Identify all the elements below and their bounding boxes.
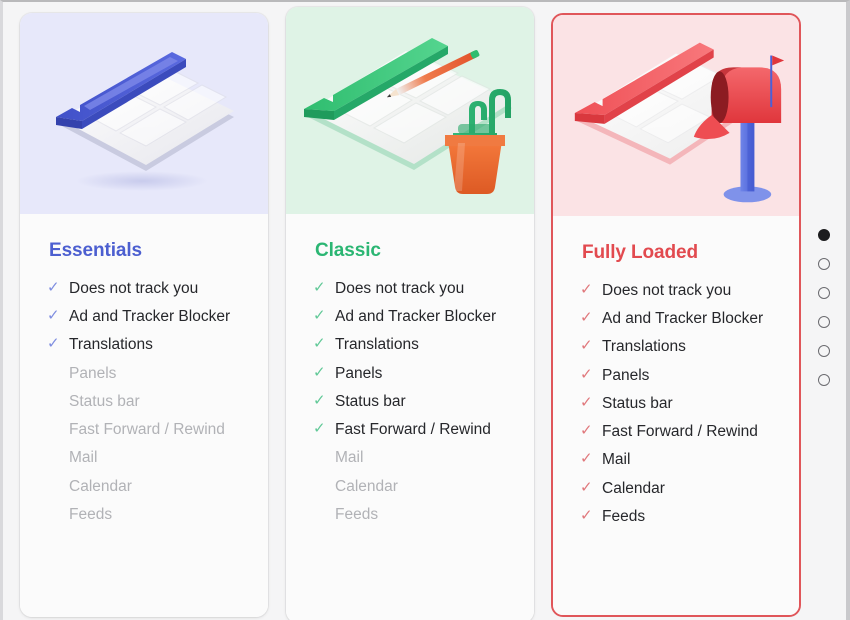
plan-body-essentials: Essentials ✓ Does not track you ✓ Ad and Tr… bbox=[20, 214, 268, 617]
feature-label: Feeds bbox=[69, 505, 113, 523]
check-icon: ✓ bbox=[580, 365, 593, 383]
plan-card-essentials[interactable]: Essentials ✓ Does not track you ✓ Ad and Tr… bbox=[20, 13, 268, 617]
feature-item: ✓ Translations bbox=[286, 335, 534, 354]
feature-label: Ad and Tracker Blocker bbox=[602, 310, 764, 328]
feature-label: Status bar bbox=[335, 392, 406, 410]
feature-label: Ad and Tracker Blocker bbox=[335, 308, 497, 326]
feature-item: ✓ Does not track you bbox=[286, 279, 534, 298]
feature-label: Mail bbox=[335, 449, 364, 467]
feature-list-classic: ✓ Does not track you ✓ Ad and Tracker Block… bbox=[286, 279, 534, 524]
feature-label: Calendar bbox=[335, 477, 398, 495]
feature-label: Status bar bbox=[69, 392, 140, 410]
plan-illustration-fully-loaded bbox=[553, 15, 799, 216]
feature-label: Ad and Tracker Blocker bbox=[69, 308, 231, 326]
plan-body-classic: Classic ✓ Does not track you ✓ Ad and Track… bbox=[286, 214, 534, 620]
plan-card-classic[interactable]: Classic ✓ Does not track you ✓ Ad and Track… bbox=[286, 7, 534, 620]
feature-item: Status bar bbox=[20, 392, 268, 411]
check-icon: ✓ bbox=[580, 422, 593, 440]
plan-title: Essentials bbox=[49, 240, 142, 261]
feature-label: Translations bbox=[69, 336, 153, 354]
feature-item: ✓ Panels bbox=[286, 364, 534, 383]
check-icon: ✓ bbox=[580, 309, 593, 327]
feature-label: Panels bbox=[69, 364, 117, 382]
check-icon: ✓ bbox=[313, 420, 326, 438]
feature-label: Does not track you bbox=[69, 280, 199, 297]
feature-item: Panels bbox=[20, 364, 268, 383]
feature-item: ✓ Panels bbox=[553, 366, 799, 385]
feature-item: ✓ Ad and Tracker Blocker bbox=[20, 307, 268, 326]
feature-item: ✓ Status bar bbox=[553, 394, 799, 413]
feature-item: ✓ Does not track you bbox=[20, 279, 268, 298]
feature-item: Mail bbox=[286, 448, 534, 467]
pagination-dot[interactable] bbox=[817, 258, 830, 270]
feature-label: Mail bbox=[69, 449, 98, 467]
check-icon: ✓ bbox=[580, 281, 593, 298]
pagination-dot[interactable] bbox=[817, 287, 830, 299]
feature-label: Translations bbox=[335, 336, 419, 354]
feature-label: Panels bbox=[602, 366, 650, 384]
carousel-pagination[interactable] bbox=[801, 229, 846, 386]
feature-item: Calendar bbox=[286, 477, 534, 496]
pagination-dot[interactable] bbox=[817, 374, 830, 386]
feature-label: Panels bbox=[335, 364, 383, 382]
feature-item: Feeds bbox=[20, 505, 268, 524]
feature-list-essentials: ✓ Does not track you ✓ Ad and Tracker Block… bbox=[20, 279, 268, 524]
feature-item: ✓ Translations bbox=[553, 337, 799, 356]
feature-label: Translations bbox=[602, 338, 686, 356]
feature-item: ✓ Status bar bbox=[286, 392, 534, 411]
feature-item: ✓ Calendar bbox=[553, 479, 799, 498]
feature-label: Feeds bbox=[335, 505, 379, 523]
feature-item: ✓ Fast Forward / Rewind bbox=[286, 420, 534, 439]
feature-label: Mail bbox=[602, 451, 631, 469]
plan-card-fully-loaded[interactable]: Fully Loaded ✓ Does not track you ✓ Ad and … bbox=[551, 13, 801, 617]
feature-item: Mail bbox=[20, 448, 268, 467]
feature-label: Fast Forward / Rewind bbox=[602, 423, 758, 441]
plan-illustration-essentials bbox=[20, 13, 268, 214]
feature-label: Calendar bbox=[602, 479, 665, 497]
pagination-dot[interactable] bbox=[817, 316, 830, 328]
pagination-dot[interactable] bbox=[817, 345, 830, 357]
feature-item: ✓ Ad and Tracker Blocker bbox=[553, 309, 799, 328]
plan-title: Fully Loaded bbox=[582, 242, 698, 263]
check-icon: ✓ bbox=[313, 363, 326, 381]
feature-item: ✓ Feeds bbox=[553, 507, 799, 526]
feature-item: Feeds bbox=[286, 505, 534, 524]
plan-illustration-classic bbox=[286, 7, 534, 214]
check-icon: ✓ bbox=[313, 279, 326, 296]
plan-carousel[interactable]: Essentials ✓ Does not track you ✓ Ad and Tr… bbox=[3, 2, 809, 620]
check-icon: ✓ bbox=[580, 337, 593, 355]
plan-body-fully-loaded: Fully Loaded ✓ Does not track you ✓ Ad and … bbox=[553, 216, 799, 615]
feature-item: ✓ Translations bbox=[20, 335, 268, 354]
check-icon: ✓ bbox=[313, 335, 326, 353]
feature-item: Fast Forward / Rewind bbox=[20, 420, 268, 439]
check-icon: ✓ bbox=[47, 335, 60, 353]
pagination-dot[interactable] bbox=[817, 229, 830, 241]
feature-item: ✓ Fast Forward / Rewind bbox=[553, 422, 799, 441]
feature-item: ✓ Mail bbox=[553, 450, 799, 469]
feature-item: Calendar bbox=[20, 477, 268, 496]
feature-label: Feeds bbox=[602, 507, 646, 525]
feature-label: Fast Forward / Rewind bbox=[69, 421, 225, 439]
feature-label: Status bar bbox=[602, 394, 673, 412]
feature-label: Does not track you bbox=[602, 282, 732, 299]
feature-list-fully-loaded: ✓ Does not track you ✓ Ad and Tracker Block… bbox=[553, 281, 799, 526]
check-icon: ✓ bbox=[580, 450, 593, 468]
feature-item: ✓ Ad and Tracker Blocker bbox=[286, 307, 534, 326]
setup-wizard-window: Essentials ✓ Does not track you ✓ Ad and Tr… bbox=[0, 0, 850, 620]
carousel-right-rail bbox=[801, 2, 846, 620]
feature-item: ✓ Does not track you bbox=[553, 281, 799, 300]
check-icon: ✓ bbox=[580, 506, 593, 524]
feature-label: Fast Forward / Rewind bbox=[335, 421, 491, 439]
check-icon: ✓ bbox=[313, 391, 326, 409]
feature-label: Calendar bbox=[69, 477, 132, 495]
check-icon: ✓ bbox=[47, 279, 60, 296]
feature-label: Does not track you bbox=[335, 280, 465, 297]
check-icon: ✓ bbox=[580, 478, 593, 496]
plan-title: Classic bbox=[315, 240, 381, 261]
check-icon: ✓ bbox=[47, 307, 60, 325]
check-icon: ✓ bbox=[313, 307, 326, 325]
check-icon: ✓ bbox=[580, 393, 593, 411]
